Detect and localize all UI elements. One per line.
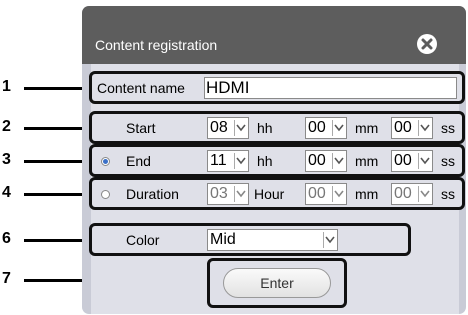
duration-minutes-value: 00: [308, 185, 326, 202]
duration-radio[interactable]: [101, 190, 110, 199]
start-hours-unit: hh: [257, 120, 273, 136]
start-minutes-select[interactable]: 00: [305, 117, 347, 139]
callout-number-6: 6: [2, 230, 11, 247]
start-label: Start: [126, 120, 156, 136]
start-hours-select[interactable]: 08: [207, 117, 249, 139]
duration-label: Duration: [126, 186, 179, 202]
duration-hours-value: 03: [210, 185, 228, 202]
start-seconds-select[interactable]: 00: [391, 117, 433, 139]
content-name-label: Content name: [97, 80, 185, 96]
start-minutes-unit: mm: [355, 120, 379, 136]
chevron-down-icon: [323, 232, 336, 248]
chevron-down-icon: [418, 120, 431, 136]
callout-number-4: 4: [2, 184, 11, 201]
duration-seconds-value: 00: [394, 185, 412, 202]
chevron-down-icon: [418, 153, 431, 169]
start-row: Start 08 hh 00 mm 00 ss: [89, 111, 465, 144]
callout-leader-1: [24, 87, 88, 90]
chevron-down-icon: [234, 153, 247, 169]
color-row: Color Mid: [89, 223, 411, 256]
callout-number-3: 3: [2, 151, 11, 168]
end-minutes-unit: mm: [355, 153, 379, 169]
start-minutes-value: 00: [308, 119, 326, 136]
end-minutes-select[interactable]: 00: [305, 150, 347, 172]
color-value: Mid: [210, 231, 236, 248]
chevron-down-icon: [234, 120, 247, 136]
callout-number-7: 7: [2, 270, 11, 287]
content-name-row: Content name HDMI: [89, 71, 465, 104]
end-hours-select[interactable]: 11: [207, 150, 249, 172]
callout-leader-2: [24, 127, 88, 130]
callout-number-2: 2: [2, 118, 11, 135]
end-hours-unit: hh: [257, 153, 273, 169]
end-row: End 11 hh 00 mm 00 ss: [89, 144, 465, 177]
start-seconds-value: 00: [394, 119, 412, 136]
chevron-down-icon: [418, 186, 431, 202]
dialog-title: Content registration: [95, 37, 218, 53]
color-select[interactable]: Mid: [207, 229, 338, 251]
enter-row: Enter: [207, 258, 347, 308]
end-seconds-select[interactable]: 00: [391, 150, 433, 172]
color-label: Color: [126, 232, 160, 248]
end-radio[interactable]: [101, 157, 110, 166]
start-seconds-unit: ss: [441, 120, 455, 136]
duration-seconds-select[interactable]: 00: [391, 183, 433, 205]
end-hours-value: 11: [210, 152, 227, 169]
chevron-down-icon: [332, 120, 345, 136]
callout-leader-6: [24, 239, 88, 242]
duration-seconds-unit: ss: [441, 186, 455, 202]
duration-hours-unit: Hour: [254, 186, 285, 202]
content-name-input[interactable]: HDMI: [204, 77, 457, 99]
chevron-down-icon: [332, 153, 345, 169]
start-hours-value: 08: [210, 119, 228, 136]
enter-button[interactable]: Enter: [223, 268, 331, 298]
duration-minutes-select[interactable]: 00: [305, 183, 347, 205]
chevron-down-icon: [234, 186, 247, 202]
callout-number-1: 1: [2, 78, 11, 95]
chevron-down-icon: [332, 186, 345, 202]
close-icon[interactable]: [417, 34, 437, 54]
end-label: End: [126, 153, 151, 169]
end-minutes-value: 00: [308, 152, 326, 169]
end-seconds-value: 00: [394, 152, 412, 169]
callout-leader-3: [24, 160, 88, 163]
duration-hours-select[interactable]: 03: [207, 183, 249, 205]
duration-minutes-unit: mm: [355, 186, 379, 202]
dialog-titlebar: Content registration: [82, 6, 466, 64]
end-seconds-unit: ss: [441, 153, 455, 169]
callout-leader-4: [24, 193, 88, 196]
duration-row: Duration 03 Hour 00 mm 00 ss: [89, 177, 465, 210]
